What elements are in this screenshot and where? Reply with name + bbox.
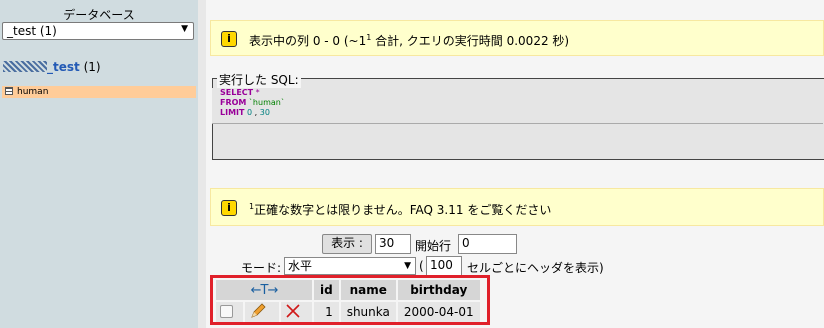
sql-query-box: 実行した SQL: SELECT * FROM `human` LIMIT 0 … xyxy=(212,71,824,160)
rows-input[interactable]: 30 xyxy=(375,234,411,254)
database-link-name[interactable]: _test xyxy=(47,60,80,74)
chevron-down-icon: ▼ xyxy=(404,261,411,271)
table-icon[interactable] xyxy=(5,87,13,95)
result-notice: i 表示中の列 0 - 0 (~11 合計, クエリの実行時間 0.0022 秒… xyxy=(210,20,824,56)
start-row-input[interactable]: 0 xyxy=(458,234,517,254)
sql-code: SELECT * FROM `human` LIMIT 0 , 30 xyxy=(212,88,823,124)
redacted-prefix xyxy=(3,61,47,72)
repeat-header-label: セルごとにヘッダを表示) xyxy=(467,261,604,275)
sidebar-item-label[interactable]: human xyxy=(17,87,48,97)
repeat-header-input[interactable]: 100 xyxy=(426,256,462,276)
result-notice-text: 表示中の列 0 - 0 (~11 合計, クエリの実行時間 0.0022 秒) xyxy=(249,33,570,48)
mode-select[interactable]: 水平 ▼ xyxy=(284,257,416,275)
sidebar: データベース _test (1) ▼ _test (1) human xyxy=(0,0,198,328)
approx-notice: i 1正確な数字とは限りません。FAQ 3.11 をご覧ください xyxy=(210,188,824,226)
show-button[interactable]: 表示 : xyxy=(322,234,372,254)
highlight-box xyxy=(210,275,490,325)
info-icon: i xyxy=(221,31,237,47)
mode-select-value: 水平 xyxy=(288,259,313,273)
paren-open: ( xyxy=(419,259,424,273)
start-row-label: 開始行 xyxy=(415,239,452,253)
approx-marker: ~1 xyxy=(348,34,367,48)
database-link-count: (1) xyxy=(83,60,101,74)
database-label: データベース xyxy=(63,8,135,22)
chevron-down-icon: ▼ xyxy=(181,24,188,34)
sql-legend: 実行した SQL: xyxy=(217,71,301,88)
approx-notice-text: 1正確な数字とは限りません。FAQ 3.11 をご覧ください xyxy=(249,202,552,217)
info-icon: i xyxy=(221,200,237,216)
sidebar-item-human[interactable]: human xyxy=(2,86,196,98)
frame-divider[interactable] xyxy=(198,0,206,328)
database-select-value: _test (1) xyxy=(7,24,57,38)
mode-label: モード: xyxy=(241,261,282,275)
database-select[interactable]: _test (1) ▼ xyxy=(2,22,194,40)
database-link[interactable]: _test (1) xyxy=(3,60,101,74)
